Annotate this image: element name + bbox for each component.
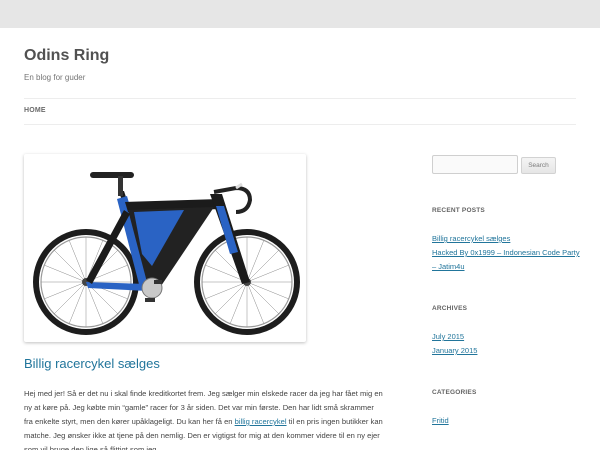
recent-post-link[interactable]: Billig racercykel sælges [432, 232, 582, 246]
nav-divider-top [24, 98, 576, 99]
search-button[interactable]: Search [521, 157, 556, 174]
page: Odins Ring En blog for guder HOME Billig… [0, 28, 600, 450]
nav-divider-bottom [24, 124, 576, 125]
nav-item-home[interactable]: HOME [24, 107, 46, 114]
featured-image[interactable] [24, 154, 306, 342]
search-input[interactable] [432, 155, 518, 174]
post-title[interactable]: Billig racercykel sælges [24, 356, 160, 371]
categories-title: CATEGORIES [432, 389, 477, 396]
recent-posts-title: RECENT POSTS [432, 207, 485, 214]
category-link[interactable]: Fritid [432, 414, 582, 428]
post-body: Hej med jer! Så er det nu i skal finde k… [24, 387, 384, 450]
archive-link[interactable]: July 2015 [432, 330, 582, 344]
post-body-link[interactable]: billig racercykel [235, 417, 287, 426]
archive-link[interactable]: January 2015 [432, 344, 582, 358]
archives-title: ARCHIVES [432, 305, 468, 312]
site-tagline: En blog for guder [24, 73, 86, 82]
site-title[interactable]: Odins Ring [24, 47, 109, 65]
bicycle-image [33, 172, 300, 335]
recent-post-link[interactable]: Hacked By 0x1999 – Indonesian Code Party… [432, 246, 582, 274]
bike-frame [86, 172, 253, 302]
